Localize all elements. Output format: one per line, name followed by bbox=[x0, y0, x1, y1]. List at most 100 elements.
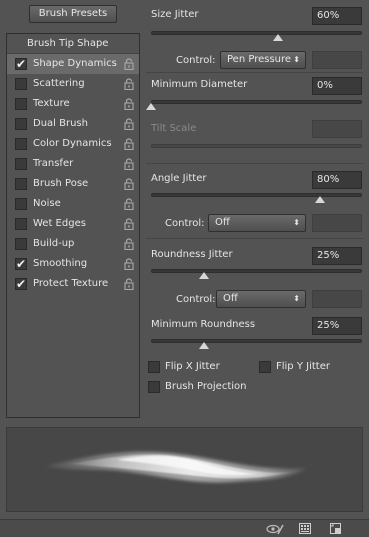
option-item-brush-pose[interactable]: Brush Pose bbox=[7, 174, 139, 194]
roundness-control-value: Off bbox=[223, 293, 238, 304]
option-item-wet-edges[interactable]: Wet Edges bbox=[7, 214, 139, 234]
option-item-transfer[interactable]: Transfer bbox=[7, 154, 139, 174]
size-control-field bbox=[312, 51, 362, 69]
angle-jitter-thumb[interactable] bbox=[314, 196, 325, 203]
angle-jitter-label: Angle Jitter bbox=[151, 173, 207, 184]
option-checkbox[interactable] bbox=[15, 178, 27, 190]
option-label: Noise bbox=[33, 198, 61, 209]
option-item-shape-dynamics[interactable]: Shape Dynamics bbox=[7, 54, 139, 74]
size-control-value: Pen Pressure bbox=[227, 54, 292, 65]
lock-icon[interactable] bbox=[124, 158, 134, 170]
flip-x-checkbox[interactable] bbox=[148, 361, 160, 373]
minimum-diameter-slider[interactable] bbox=[151, 100, 362, 104]
option-label: Smoothing bbox=[33, 258, 88, 269]
lock-icon[interactable] bbox=[124, 78, 134, 90]
lock-icon[interactable] bbox=[124, 198, 134, 210]
size-control-select[interactable]: Pen Pressure ⬍ bbox=[220, 51, 306, 69]
minimum-diameter-value[interactable]: 0% bbox=[312, 77, 362, 95]
option-item-build-up[interactable]: Build-up bbox=[7, 234, 139, 254]
tilt-scale-value bbox=[312, 120, 362, 138]
angle-jitter-slider[interactable] bbox=[151, 193, 362, 197]
roundness-jitter-label: Roundness Jitter bbox=[151, 249, 233, 260]
lock-icon[interactable] bbox=[124, 118, 134, 130]
option-checkbox[interactable] bbox=[15, 98, 27, 110]
angle-jitter-value[interactable]: 80% bbox=[312, 171, 362, 189]
size-jitter-value[interactable]: 60% bbox=[312, 7, 362, 25]
brush-projection-label: Brush Projection bbox=[165, 381, 247, 392]
option-checkbox[interactable] bbox=[15, 138, 27, 150]
roundness-control-field bbox=[312, 290, 362, 308]
option-label: Scattering bbox=[33, 78, 85, 89]
brush-presets-button[interactable]: Brush Presets bbox=[29, 5, 117, 23]
minimum-roundness-label: Minimum Roundness bbox=[151, 319, 256, 330]
option-item-smoothing[interactable]: Smoothing bbox=[7, 254, 139, 274]
brush-stroke-image bbox=[45, 451, 307, 483]
eye-brush-icon[interactable] bbox=[266, 523, 284, 537]
lock-icon[interactable] bbox=[124, 278, 134, 290]
lock-icon[interactable] bbox=[124, 138, 134, 150]
lock-icon[interactable] bbox=[124, 218, 134, 230]
minimum-roundness-value[interactable]: 25% bbox=[312, 317, 362, 335]
angle-control-select[interactable]: Off ⬍ bbox=[208, 214, 306, 232]
divider bbox=[146, 72, 363, 73]
flip-y-label: Flip Y Jitter bbox=[276, 361, 330, 372]
new-preset-icon[interactable] bbox=[330, 523, 341, 537]
option-item-noise[interactable]: Noise bbox=[7, 194, 139, 214]
option-label: Transfer bbox=[33, 158, 74, 169]
option-item-dual-brush[interactable]: Dual Brush bbox=[7, 114, 139, 134]
option-item-scattering[interactable]: Scattering bbox=[7, 74, 139, 94]
option-checkbox[interactable] bbox=[15, 274, 27, 294]
roundness-control-label: Control: bbox=[176, 294, 216, 305]
size-jitter-thumb[interactable] bbox=[272, 34, 283, 41]
flip-x-label: Flip X Jitter bbox=[165, 361, 220, 372]
option-label: Build-up bbox=[33, 238, 75, 249]
brush-stroke-preview bbox=[6, 427, 363, 512]
lock-icon[interactable] bbox=[124, 258, 134, 270]
brush-tip-shape-item[interactable]: Brush Tip Shape bbox=[7, 34, 139, 54]
lock-icon[interactable] bbox=[124, 98, 134, 110]
option-checkbox[interactable] bbox=[15, 198, 27, 210]
option-item-color-dynamics[interactable]: Color Dynamics bbox=[7, 134, 139, 154]
option-checkbox[interactable] bbox=[15, 118, 27, 130]
option-label: Wet Edges bbox=[33, 218, 86, 229]
minimum-roundness-thumb[interactable] bbox=[198, 342, 209, 349]
minimum-diameter-label: Minimum Diameter bbox=[151, 79, 248, 90]
option-checkbox[interactable] bbox=[15, 54, 27, 74]
angle-control-value: Off bbox=[215, 217, 230, 228]
lock-icon[interactable] bbox=[124, 238, 134, 250]
flip-y-checkbox[interactable] bbox=[259, 361, 271, 373]
size-jitter-label: Size Jitter bbox=[151, 9, 199, 20]
brush-projection-checkbox[interactable] bbox=[148, 381, 160, 393]
chevron-down-icon: ⬍ bbox=[293, 294, 300, 303]
tilt-scale-slider bbox=[151, 144, 362, 148]
option-label: Protect Texture bbox=[33, 278, 109, 289]
divider bbox=[146, 238, 363, 239]
option-checkbox[interactable] bbox=[15, 254, 27, 274]
roundness-jitter-slider[interactable] bbox=[151, 269, 362, 273]
minimum-roundness-slider[interactable] bbox=[151, 339, 362, 343]
angle-control-label: Control: bbox=[165, 218, 205, 229]
minimum-diameter-thumb[interactable] bbox=[146, 103, 156, 110]
bottom-toolbar bbox=[0, 519, 369, 537]
angle-control-field bbox=[312, 214, 362, 232]
roundness-control-select[interactable]: Off ⬍ bbox=[216, 290, 306, 308]
roundness-jitter-thumb[interactable] bbox=[198, 272, 209, 279]
option-label: Brush Pose bbox=[33, 178, 89, 189]
lock-icon[interactable] bbox=[124, 178, 134, 190]
grid-icon[interactable] bbox=[299, 523, 311, 537]
roundness-jitter-value[interactable]: 25% bbox=[312, 247, 362, 265]
option-checkbox[interactable] bbox=[15, 158, 27, 170]
tilt-scale-label: Tilt Scale bbox=[151, 123, 197, 134]
option-label: Dual Brush bbox=[33, 118, 88, 129]
option-checkbox[interactable] bbox=[15, 218, 27, 230]
option-item-texture[interactable]: Texture bbox=[7, 94, 139, 114]
option-checkbox[interactable] bbox=[15, 238, 27, 250]
chevron-down-icon: ⬍ bbox=[293, 55, 300, 64]
lock-icon[interactable] bbox=[124, 58, 134, 70]
option-label: Texture bbox=[33, 98, 70, 109]
brush-settings-list: Brush Tip Shape Shape Dynamics Scattering… bbox=[6, 33, 140, 418]
option-checkbox[interactable] bbox=[15, 78, 27, 90]
size-control-label: Control: bbox=[176, 55, 216, 66]
size-jitter-slider[interactable] bbox=[151, 31, 362, 35]
option-item-protect-texture[interactable]: Protect Texture bbox=[7, 274, 139, 294]
